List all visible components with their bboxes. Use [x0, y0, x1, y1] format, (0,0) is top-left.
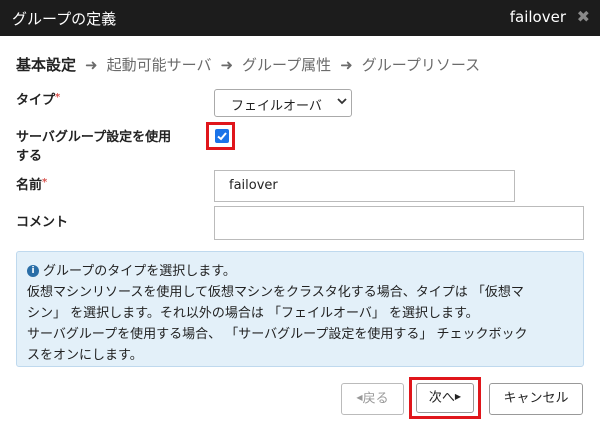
step-basic-settings: 基本設定 [16, 56, 77, 74]
next-button[interactable]: 次へ▶ [416, 383, 474, 413]
required-mark: * [42, 177, 48, 188]
info-box: i グループのタイプを選択します。 仮想マシンリソースを使用して仮想マシンをクラス… [16, 251, 584, 367]
name-label: 名前* [16, 176, 47, 195]
info-line: シン」 を選択します。それ以外の場合は 「フェイルオーバ」 を選択します。 [27, 306, 479, 321]
servergroup-label-line1: サーバグループ設定を使用 [16, 130, 172, 145]
type-label-text: タイプ [16, 93, 56, 108]
close-icon[interactable]: ✖ [577, 7, 590, 26]
triangle-right-icon: ▶ [454, 392, 462, 401]
name-input[interactable]: failover [214, 170, 515, 202]
info-line: 仮想マシンリソースを使用して仮想マシンをクラスタ化する場合、タイプは 「仮想マ [27, 285, 524, 300]
info-line: スをオンにします。 [27, 348, 143, 363]
servergroup-checkbox[interactable] [215, 129, 229, 143]
step-arrow-icon: ➜ [340, 56, 353, 74]
cancel-button[interactable]: キャンセル [489, 383, 583, 415]
step-group-resources: グループリソース [361, 56, 481, 74]
type-select-value: フェイルオーバ [231, 99, 322, 114]
checkmark-icon [217, 132, 227, 141]
step-arrow-icon: ➜ [220, 56, 234, 74]
info-line: サーバグループを使用する場合、 「サーバグループ設定を使用する」 チェックボック [27, 327, 528, 342]
name-label-text: 名前 [16, 178, 43, 193]
triangle-left-icon: ◀ [356, 393, 363, 402]
type-select[interactable]: フェイルオーバ [214, 89, 352, 117]
required-mark: * [55, 92, 61, 103]
type-label: タイプ* [16, 91, 60, 110]
servergroup-label-line2: する [16, 149, 43, 164]
next-button-label: 次へ [428, 390, 455, 406]
step-arrow-icon: ➜ [85, 56, 98, 74]
dialog-title: グループの定義 [12, 10, 117, 28]
servergroup-label: サーバグループ設定を使用 する [16, 128, 171, 166]
chevron-down-icon [337, 96, 347, 109]
wizard-steps: 基本設定 ➜ 起動可能サーバ ➜ グループ属性 ➜ グループリソース [16, 54, 480, 75]
info-icon: i [27, 264, 39, 277]
step-startup-servers: 起動可能サーバ [106, 56, 212, 74]
dialog-titlebar: グループの定義 failover ✖ [0, 0, 600, 36]
group-name-title: failover [509, 8, 566, 26]
step-group-attributes: グループ属性 [242, 56, 332, 74]
comment-input[interactable] [214, 206, 584, 240]
info-line: グループのタイプを選択します。 [43, 264, 236, 279]
back-button-label: 戻る [362, 391, 389, 407]
comment-label: コメント [16, 215, 69, 230]
back-button[interactable]: ◀戻る [341, 383, 404, 415]
